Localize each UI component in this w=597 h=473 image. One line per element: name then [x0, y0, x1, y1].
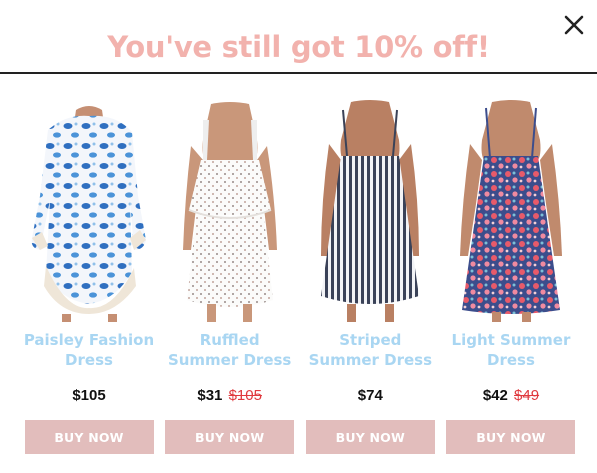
- divider: [0, 72, 597, 74]
- price: $31: [197, 387, 223, 404]
- product-name[interactable]: Light Summer Dress: [444, 330, 578, 372]
- product-grid: Paisley Fashion Dress $105 BUY NOW Ruffl…: [22, 100, 578, 454]
- product-card-paisley: Paisley Fashion Dress $105 BUY NOW: [22, 100, 156, 454]
- buy-now-button[interactable]: BUY NOW: [165, 420, 295, 454]
- old-price: $105: [228, 387, 262, 404]
- old-price: $49: [514, 387, 540, 404]
- price: $74: [357, 387, 383, 404]
- price-row: $74: [358, 387, 383, 407]
- price-row: $105: [72, 387, 105, 407]
- buy-now-button[interactable]: BUY NOW: [24, 420, 154, 454]
- ruffled-dress-image[interactable]: [166, 100, 293, 322]
- price: $42: [482, 387, 508, 404]
- product-name[interactable]: Striped Summer Dress: [303, 330, 437, 372]
- product-card-ruffled: Ruffled Summer Dress $31 $105 BUY NOW: [163, 100, 297, 454]
- product-name[interactable]: Ruffled Summer Dress: [163, 330, 297, 372]
- price-row: $42 $49: [483, 387, 539, 407]
- popup-headline: You've still got 10% off!: [107, 30, 490, 64]
- product-name[interactable]: Paisley Fashion Dress: [22, 330, 156, 372]
- product-card-light-summer: Light Summer Dress $42 $49 BUY NOW: [444, 100, 578, 454]
- product-card-striped: Striped Summer Dress $74 BUY NOW: [303, 100, 437, 454]
- paisley-dress-image[interactable]: [26, 100, 152, 322]
- price-row: $31 $105: [197, 387, 262, 407]
- buy-now-button[interactable]: BUY NOW: [305, 420, 435, 454]
- striped-dress-image[interactable]: [307, 100, 434, 322]
- price: $105: [72, 387, 106, 404]
- buy-now-button[interactable]: BUY NOW: [446, 420, 576, 454]
- floral-dress-image[interactable]: [447, 100, 574, 322]
